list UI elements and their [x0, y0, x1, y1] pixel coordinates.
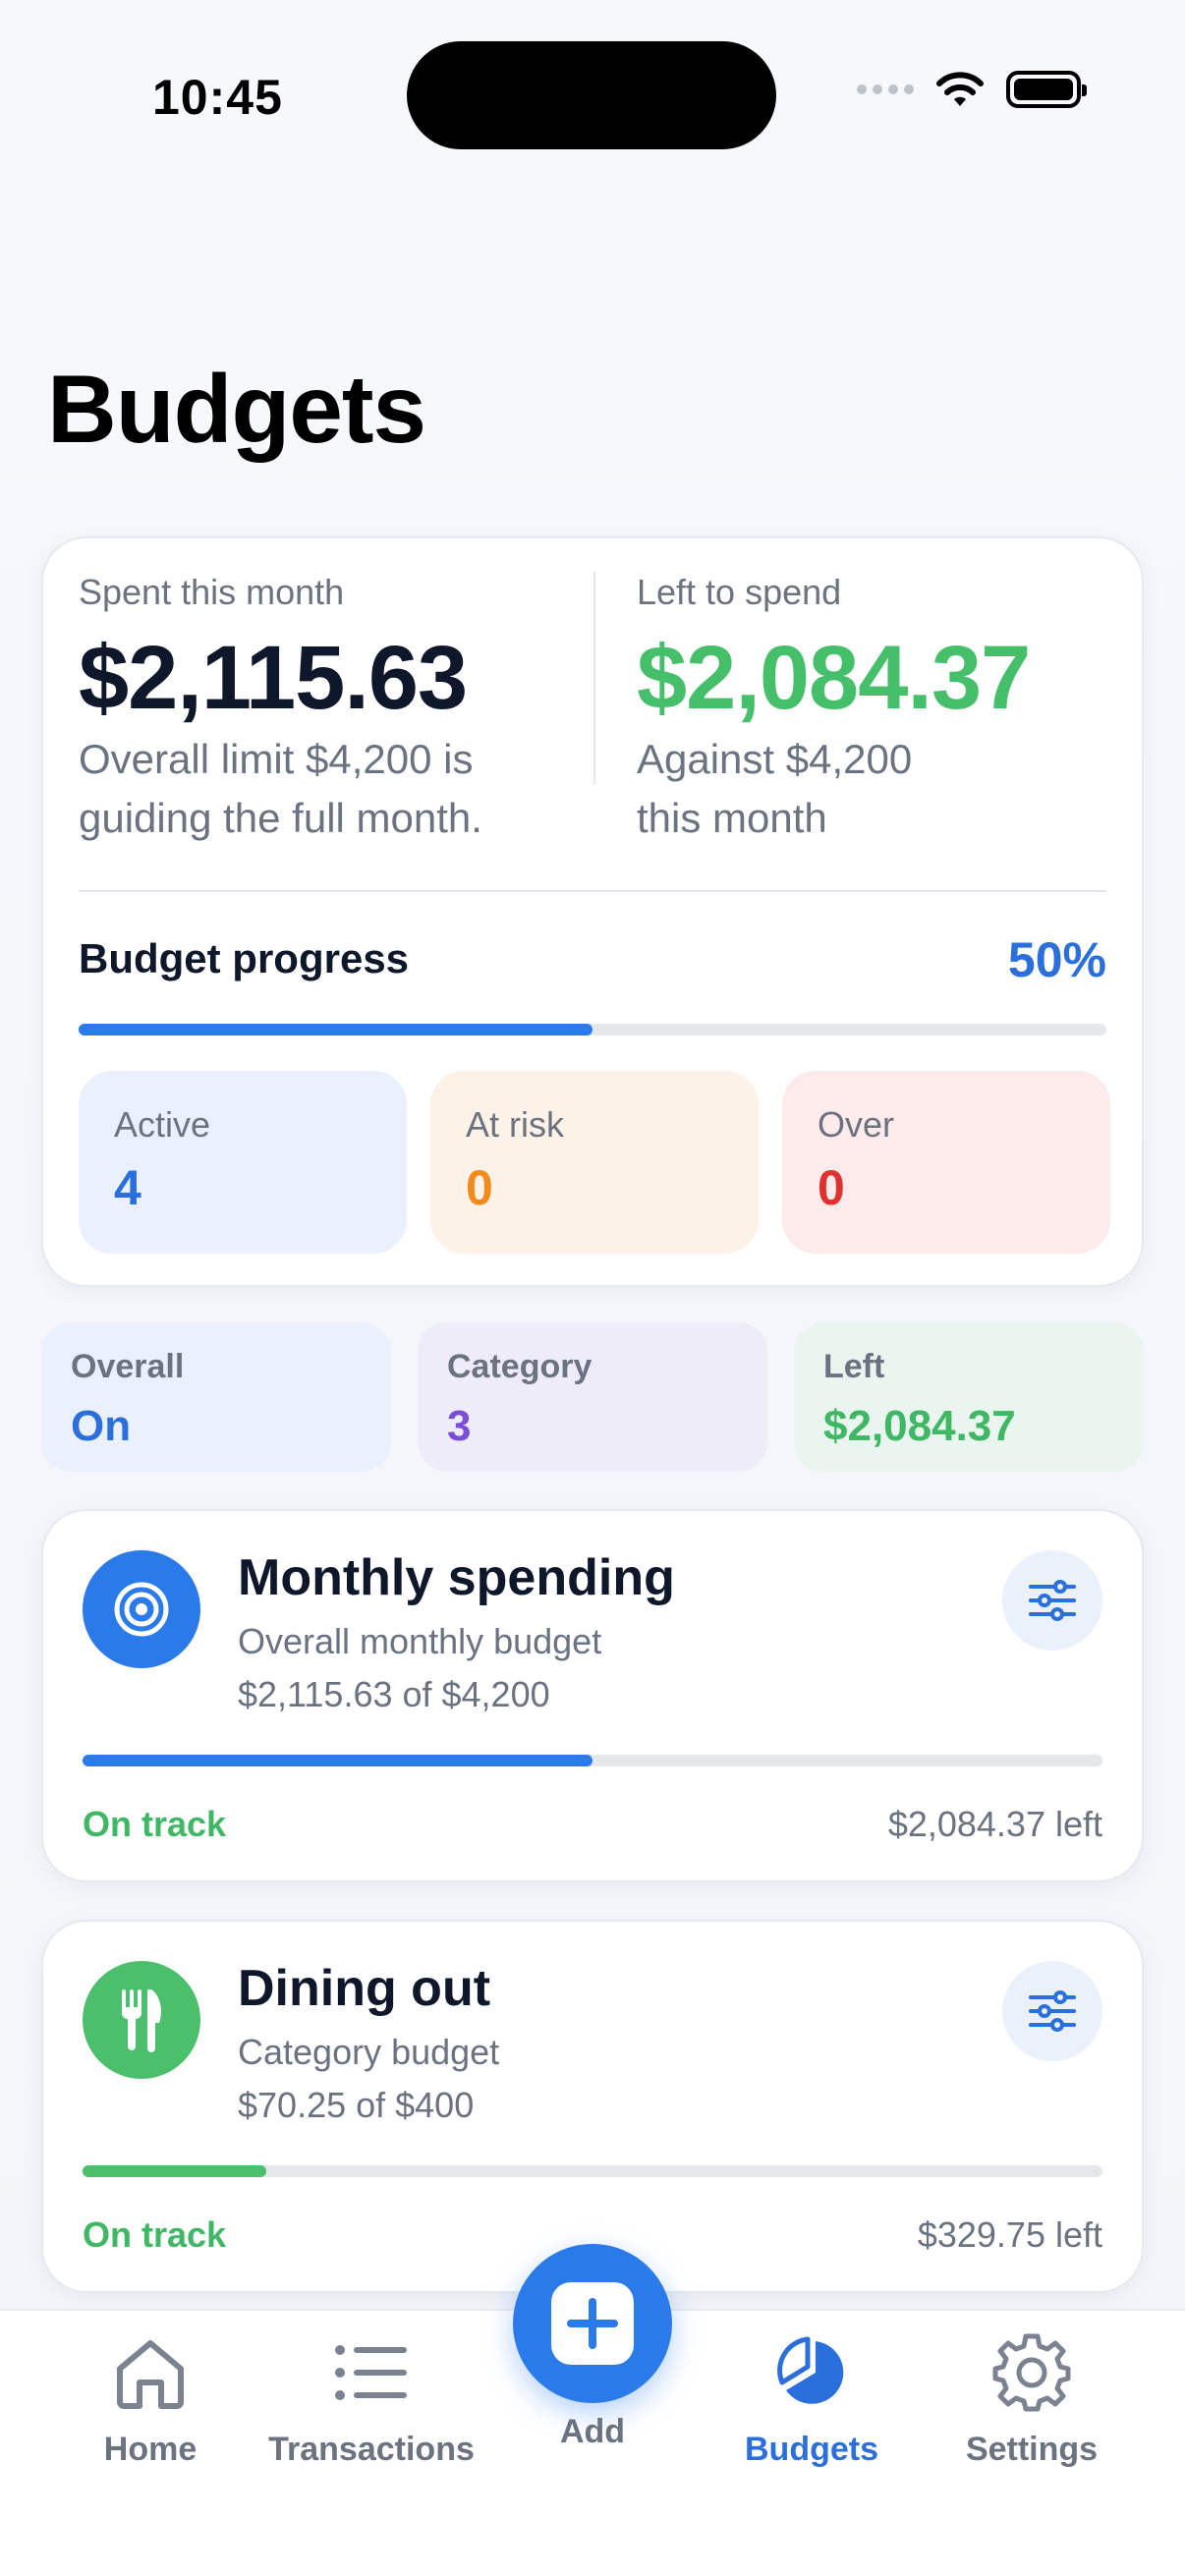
stat-over-value: 0: [818, 1160, 845, 1215]
budget-remaining: $329.75 left: [917, 2214, 1102, 2255]
plus-icon: [551, 2282, 634, 2365]
budget-title: Dining out: [238, 1960, 491, 2017]
budget-progress-fill: [79, 1024, 592, 1036]
left-sub-line-1: Against $4,200: [637, 736, 913, 782]
tab-label: Settings: [965, 2431, 1099, 2468]
tab-budgets[interactable]: Budgets: [699, 2328, 925, 2469]
stat-over-label: Over: [818, 1104, 895, 1145]
spent-label: Spent this month: [79, 572, 345, 612]
budget-progress-bar: [83, 2165, 1102, 2177]
stat-at-risk[interactable]: At risk 0: [430, 1071, 759, 1254]
gear-icon: [992, 2333, 1071, 2412]
spent-value: $2,115.63: [79, 628, 468, 728]
adjust-budget-button[interactable]: [1002, 1961, 1102, 2061]
chip-category[interactable]: Category 3: [418, 1322, 767, 1472]
chip-overall-label: Overall: [71, 1348, 185, 1385]
budget-card-monthly-spending[interactable]: Monthly spending Overall monthly budget …: [41, 1509, 1144, 1882]
dynamic-island: [407, 41, 776, 149]
budget-status: On track: [83, 2214, 227, 2255]
page-title: Budgets: [47, 355, 426, 463]
tab-label: Home: [103, 2431, 198, 2468]
list-icon: [335, 2345, 407, 2400]
pie-chart-icon: [777, 2336, 844, 2404]
budget-subtitle: Overall monthly budget: [238, 1621, 602, 1661]
left-sub-line-2: this month: [637, 795, 827, 841]
budget-status: On track: [83, 1804, 227, 1844]
chip-category-value: 3: [447, 1402, 472, 1450]
chip-overall-value: On: [71, 1402, 132, 1450]
status-time: 10:45: [152, 70, 283, 125]
target-icon: [83, 1550, 200, 1668]
spent-section: Spent this month $2,115.63 Overall limit…: [79, 572, 482, 848]
add-button[interactable]: [513, 2244, 672, 2403]
tab-transactions[interactable]: Transactions: [258, 2328, 484, 2469]
chip-left-value: $2,084.37: [823, 1402, 1016, 1450]
home-icon: [117, 2340, 184, 2409]
spent-sub-line-1: Overall limit $4,200 is: [79, 736, 474, 782]
chip-left[interactable]: Left $2,084.37: [794, 1322, 1144, 1472]
sliders-icon: [1029, 1990, 1076, 2032]
budget-amount: $70.25 of $400: [238, 2085, 475, 2125]
budget-remaining: $2,084.37 left: [887, 1804, 1102, 1844]
budget-summary-card: Spent this month $2,115.63 Overall limit…: [41, 536, 1144, 1287]
budget-progress-fill: [83, 2165, 266, 2177]
budget-progress-bar: [83, 1755, 1102, 1766]
budget-progress-label: Budget progress: [79, 935, 410, 981]
sliders-icon: [1029, 1580, 1076, 1621]
budget-subtitle: Category budget: [238, 2032, 500, 2072]
wifi-icon: [936, 72, 984, 106]
summary-divider: [593, 572, 595, 784]
stat-active[interactable]: Active 4: [79, 1071, 407, 1254]
status-icons: [857, 71, 1087, 108]
tab-home[interactable]: Home: [37, 2328, 263, 2469]
left-value: $2,084.37: [637, 628, 1031, 728]
add-label: Add: [559, 2413, 626, 2450]
tab-settings[interactable]: Settings: [919, 2328, 1145, 2469]
tab-label: Budgets: [745, 2431, 878, 2468]
budget-amount: $2,115.63 of $4,200: [238, 1674, 550, 1714]
left-section: Left to spend $2,084.37 Against $4,200 t…: [637, 572, 1031, 848]
fork-knife-icon: [83, 1961, 200, 2079]
spent-sub-line-2: guiding the full month.: [79, 795, 482, 841]
stat-at-risk-label: At risk: [466, 1104, 565, 1145]
chip-left-label: Left: [823, 1348, 885, 1385]
stat-active-value: 4: [114, 1160, 141, 1215]
chip-category-label: Category: [447, 1348, 592, 1385]
adjust-budget-button[interactable]: [1002, 1550, 1102, 1651]
cellular-signal-icon: [857, 84, 914, 94]
tab-label: Transactions: [268, 2431, 475, 2468]
budgets-screen: 10:45 Budgets Spent this month $2,115.63…: [0, 0, 1185, 2576]
budget-progress-percent: 50%: [1007, 932, 1106, 987]
stat-over[interactable]: Over 0: [782, 1071, 1110, 1254]
battery-icon: [1006, 71, 1087, 108]
left-label: Left to spend: [637, 572, 842, 612]
budget-progress-bar: [79, 1024, 1106, 1036]
budget-card-dining-out[interactable]: Dining out Category budget $70.25 of $40…: [41, 1920, 1144, 2293]
stat-active-label: Active: [114, 1104, 211, 1145]
stat-at-risk-value: 0: [466, 1160, 493, 1215]
summary-separator: [79, 890, 1106, 892]
budget-progress-fill: [83, 1755, 592, 1766]
budget-title: Monthly spending: [238, 1549, 675, 1606]
chip-overall[interactable]: Overall On: [41, 1322, 391, 1472]
